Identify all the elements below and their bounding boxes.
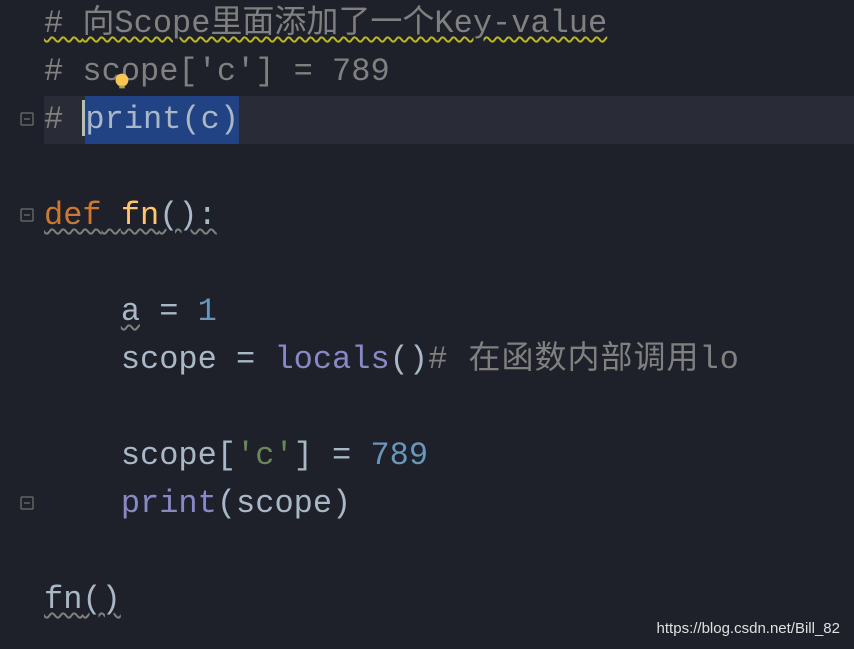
code-line[interactable]: scope['c'] = 789 [44, 432, 854, 480]
builtin-func: print [121, 480, 217, 528]
code-text: scope = [121, 336, 275, 384]
code-line[interactable]: # scope['c'] = 789 [44, 48, 854, 96]
comment-prefix: # [44, 96, 82, 144]
code-line[interactable]: def fn(): [44, 192, 854, 240]
code-line-current[interactable]: # print(c) [44, 96, 854, 144]
code-text: scope[ [121, 432, 236, 480]
code-line-blank[interactable] [44, 384, 854, 432]
code-editor[interactable]: # 向Scope里面添加了一个Key-value # scope['c'] = … [0, 0, 854, 649]
code-line[interactable]: print(scope) [44, 480, 854, 528]
code-line[interactable]: scope = locals()# 在函数内部调用lo [44, 336, 854, 384]
code-line[interactable]: # 向Scope里面添加了一个Key-value [44, 0, 854, 48]
code-line[interactable]: fn() [44, 576, 854, 624]
number-literal: 1 [198, 288, 217, 336]
comment-text: # 向Scope里面添加了一个Key-value [44, 0, 607, 48]
function-call: fn() [44, 576, 121, 624]
comment-text: # 在函数内部调用lo [428, 336, 740, 384]
variable: a [121, 288, 140, 336]
fold-minus-icon[interactable] [18, 206, 36, 224]
code-area[interactable]: # 向Scope里面添加了一个Key-value # scope['c'] = … [44, 0, 854, 649]
fold-minus-icon[interactable] [18, 494, 36, 512]
builtin-func: locals [274, 336, 389, 384]
comment-text: # scope['c'] = 789 [44, 48, 390, 96]
selection: print(c) [85, 96, 239, 144]
code-line[interactable]: a = 1 [44, 288, 854, 336]
string-literal: 'c' [236, 432, 294, 480]
function-def: def fn(): [44, 192, 217, 240]
code-line-blank[interactable] [44, 144, 854, 192]
gutter [0, 0, 44, 649]
number-literal: 789 [370, 432, 428, 480]
code-line-blank[interactable] [44, 240, 854, 288]
watermark-text: https://blog.csdn.net/Bill_82 [657, 620, 840, 637]
code-line-blank[interactable] [44, 528, 854, 576]
fold-minus-icon[interactable] [18, 110, 36, 128]
lightbulb-icon[interactable] [111, 60, 133, 82]
